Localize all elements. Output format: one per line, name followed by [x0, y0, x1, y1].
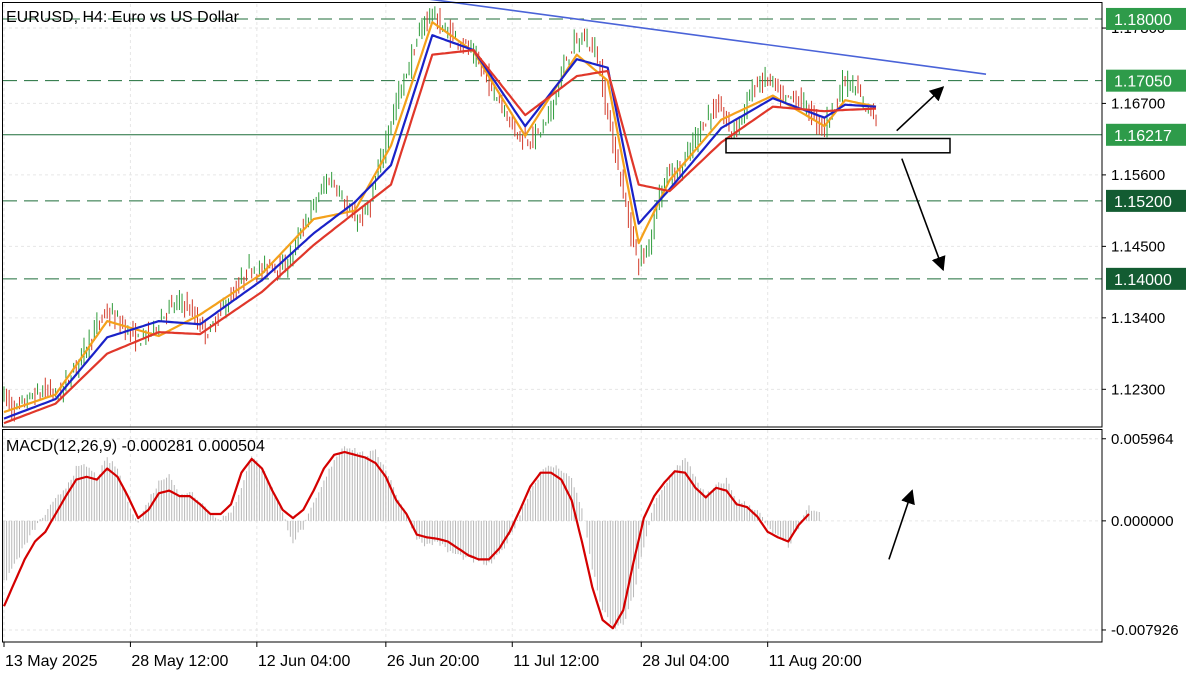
price-axis-tick-label: 1.14500 [1111, 238, 1165, 255]
x-axis-tick-label: 28 Jul 04:00 [642, 653, 729, 670]
macd-axis-tick-label: 0.000000 [1111, 513, 1174, 530]
price-level-label: 1.18000 [1114, 12, 1172, 29]
price-axis-tick-label: 1.15600 [1111, 167, 1165, 184]
x-axis-tick-label: 26 Jun 20:00 [387, 653, 480, 670]
price-axis-tick-label: 1.12300 [1111, 381, 1165, 398]
macd-label: MACD(12,26,9) -0.000281 0.000504 [6, 438, 265, 455]
x-axis-tick-label: 11 Jul 12:00 [513, 653, 599, 670]
chart-title: EURUSD, H4: Euro vs US Dollar [6, 9, 240, 26]
x-axis-tick-label: 13 May 2025 [5, 653, 98, 670]
macd-axis-tick-label: -0.007926 [1111, 622, 1179, 639]
x-axis-tick-label: 28 May 12:00 [131, 653, 228, 670]
price-axis-tick-label: 1.16700 [1111, 95, 1165, 112]
price-level-label: 1.16217 [1114, 128, 1172, 145]
x-axis-tick-label: 11 Aug 20:00 [769, 653, 862, 670]
chart-root: 1.178601.167001.156001.145001.134001.123… [0, 0, 1200, 675]
price-level-label: 1.15200 [1114, 194, 1172, 211]
x-axis-tick-label: 12 Jun 04:00 [258, 653, 351, 670]
price-level-label: 1.14000 [1114, 272, 1172, 289]
eurusd-chart: 1.178601.167001.156001.145001.134001.123… [0, 0, 1200, 675]
macd-axis-tick-label: 0.005964 [1111, 431, 1174, 448]
price-axis-tick-label: 1.13400 [1111, 310, 1165, 327]
price-level-label: 1.17050 [1114, 74, 1172, 91]
